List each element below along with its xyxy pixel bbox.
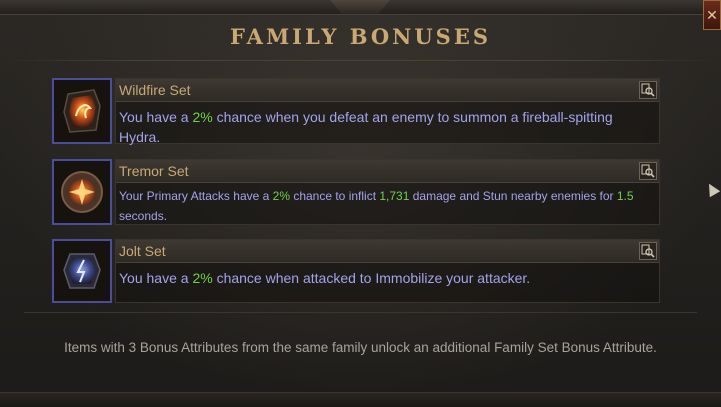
chance-value: 2% bbox=[192, 109, 213, 125]
mouse-cursor-icon bbox=[703, 180, 721, 198]
panel-title: FAMILY BONUSES bbox=[229, 24, 492, 49]
inspect-button[interactable] bbox=[639, 242, 657, 260]
title-divider bbox=[0, 60, 721, 61]
set-icon-frame[interactable] bbox=[52, 239, 112, 303]
set-row-tremor: Tremor Set Your Primary Attacks have a 2… bbox=[52, 159, 660, 225]
set-header: Jolt Set bbox=[116, 240, 659, 263]
set-icon-frame[interactable] bbox=[52, 78, 112, 144]
set-name: Wildfire Set bbox=[119, 82, 191, 98]
footer-note: Items with 3 Bonus Attributes from the s… bbox=[64, 340, 657, 355]
chance-value: 2% bbox=[192, 270, 213, 286]
magnifier-icon bbox=[641, 83, 655, 97]
set-name: Tremor Set bbox=[119, 163, 189, 179]
desc-text: You have a bbox=[119, 270, 193, 286]
family-bonuses-panel: ✕ FAMILY BONUSES Wildfire Set You have a… bbox=[0, 0, 721, 407]
desc-text: You have a bbox=[119, 109, 193, 125]
set-row-wildfire: Wildfire Set You have a 2% chance when y… bbox=[52, 78, 660, 147]
damage-value: 1,731 bbox=[379, 189, 410, 203]
set-name: Jolt Set bbox=[119, 243, 166, 259]
set-header: Wildfire Set bbox=[116, 79, 659, 102]
set-row-jolt: Jolt Set You have a 2% chance when attac… bbox=[52, 239, 660, 303]
footer-divider bbox=[24, 312, 697, 313]
desc-text: chance to inflict bbox=[289, 189, 380, 203]
chance-value: 2% bbox=[272, 189, 290, 203]
magnifier-icon bbox=[641, 164, 655, 178]
set-bonus-card: Jolt Set You have a 2% chance when attac… bbox=[115, 239, 660, 303]
desc-text: seconds. bbox=[119, 209, 168, 223]
duration-value: 1.5 bbox=[616, 189, 634, 203]
set-bonus-card: Wildfire Set You have a 2% chance when y… bbox=[115, 78, 660, 147]
desc-text: Your Primary Attacks have a bbox=[119, 189, 273, 203]
jolt-rune-icon bbox=[63, 253, 101, 289]
inspect-button[interactable] bbox=[639, 162, 657, 180]
set-icon-frame[interactable] bbox=[52, 159, 112, 225]
set-bonus-card: Tremor Set Your Primary Attacks have a 2… bbox=[115, 159, 660, 225]
panel-top-frame bbox=[0, 0, 721, 15]
magnifier-icon bbox=[641, 244, 655, 258]
desc-text: damage and Stun nearby enemies for bbox=[409, 189, 617, 203]
set-description: You have a 2% chance when attacked to Im… bbox=[116, 263, 659, 288]
set-header: Tremor Set bbox=[116, 160, 659, 183]
close-icon: ✕ bbox=[706, 7, 718, 23]
desc-text: chance when attacked to Immobilize your … bbox=[212, 270, 531, 286]
top-ornament bbox=[330, 0, 390, 14]
inspect-button[interactable] bbox=[639, 81, 657, 99]
panel-bottom-frame bbox=[0, 392, 721, 407]
tremor-stone-icon bbox=[61, 171, 103, 213]
set-description: Your Primary Attacks have a 2% chance to… bbox=[116, 183, 659, 226]
wildfire-hydra-icon bbox=[63, 89, 101, 133]
set-description: You have a 2% chance when you defeat an … bbox=[116, 102, 659, 147]
